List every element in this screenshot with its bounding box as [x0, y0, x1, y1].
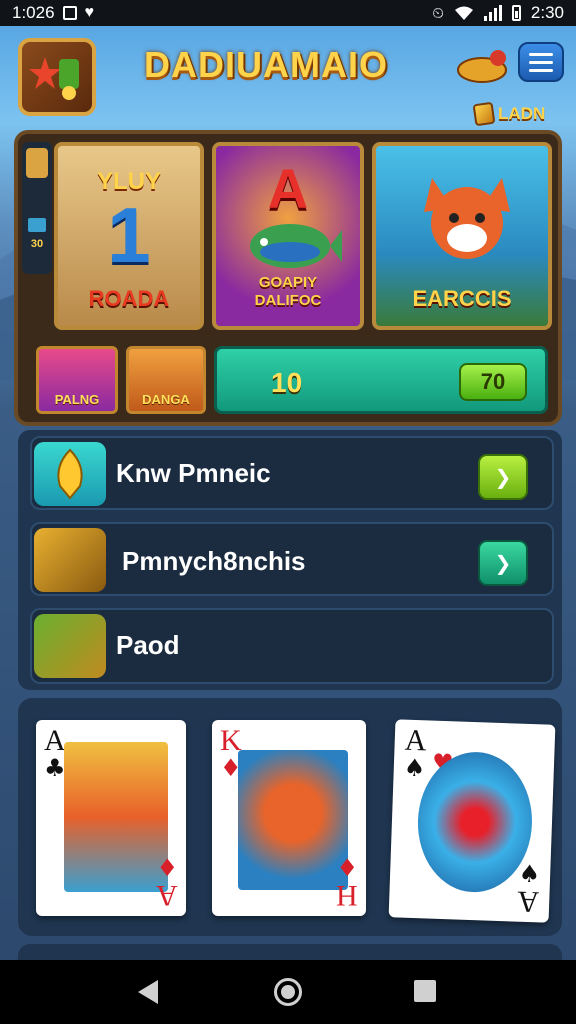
game-title: DADIUAMAIO: [144, 44, 388, 85]
mini-game-1[interactable]: PALNG: [36, 346, 118, 414]
playing-card-2[interactable]: K ♦ ♥ ♦ H: [212, 720, 366, 916]
card-3-rank: A: [404, 723, 428, 758]
menu-button[interactable]: [518, 42, 564, 82]
card-1-rank: A: [44, 724, 66, 757]
clock-left: 1:026: [12, 3, 55, 22]
menu-row-1[interactable]: Knw Pmneic ❯: [30, 436, 554, 510]
slot-3-bottom-text: EARCCIS: [412, 286, 512, 311]
card-1-suit: ♣: [44, 754, 66, 782]
gold-leaf-icon: [34, 442, 106, 506]
menu-row-3-label: Paod: [116, 630, 180, 660]
language-label: LADN: [498, 104, 546, 123]
gem-icon: [472, 101, 496, 127]
language-button[interactable]: LADN: [472, 100, 546, 128]
card-3-suit: ♠: [403, 753, 426, 783]
card-1-corner-suit: ♦: [156, 854, 178, 882]
home-icon[interactable]: [274, 978, 302, 1006]
card-2-corner-suit: ♦: [336, 854, 358, 882]
status-bar: 1:026 ♥ ⏲ 2:30: [0, 0, 576, 26]
coin-reward-icon[interactable]: [454, 48, 516, 84]
menu-row-1-label: Knw Pmneic: [116, 458, 271, 488]
mini-game-2[interactable]: DANGA: [126, 346, 206, 414]
menu-icon: [529, 52, 553, 56]
menu-row-2-label: Pmnych8nchis: [122, 546, 306, 576]
menu-row-3[interactable]: Paod: [30, 608, 554, 684]
back-icon[interactable]: [138, 980, 158, 1004]
card-1-corner-rank: A: [156, 879, 178, 912]
mini-game-2-label: DANGA: [142, 392, 190, 407]
bet-value: 10: [271, 367, 303, 398]
game-logo-badge[interactable]: [18, 38, 96, 116]
coin-pile-icon: [34, 614, 106, 678]
gold-coins-icon: [34, 528, 106, 592]
chevron-right-icon[interactable]: ❯: [478, 454, 528, 500]
slot-1-big-letter: 1: [107, 191, 151, 279]
card-3-corner-suit: ♠: [518, 859, 541, 889]
playing-card-1[interactable]: A ♣ ♦ A: [36, 720, 186, 916]
fox-illustration: [424, 178, 510, 259]
side-value: 30: [30, 238, 44, 250]
slot-game-2[interactable]: A GOAPIY DALIFOC: [212, 142, 364, 330]
trophy-icon: [29, 57, 79, 100]
chevron-right-icon[interactable]: ❯: [478, 540, 528, 586]
playing-card-3[interactable]: A ♠ ♥ ♠ A: [388, 719, 556, 923]
heart-icon: ♥: [84, 4, 95, 21]
card-3-corner-rank: A: [516, 884, 540, 919]
alarm-icon: ⏲: [432, 4, 444, 22]
card-2-art: [238, 750, 348, 890]
recents-icon[interactable]: [414, 980, 436, 1002]
slot-1-bottom-text: ROADA: [88, 286, 170, 311]
signal-icon: [483, 5, 502, 21]
slot-2-bottom-text: GOAPIY DALIFOC: [254, 274, 322, 309]
system-nav-bar: [0, 960, 576, 1024]
bet-button[interactable]: 70: [459, 363, 527, 401]
top-header: DADIUAMAIO LADN: [0, 30, 576, 128]
notification-icon: [62, 6, 77, 20]
side-info-strip[interactable]: 30: [22, 142, 52, 274]
menu-row-2[interactable]: Pmnych8nchis ❯: [30, 522, 554, 596]
card-1-art: [64, 742, 168, 892]
bet-bar: 10 70: [214, 346, 548, 414]
battery-icon: [511, 5, 521, 21]
slot-game-3[interactable]: EARCCIS: [372, 142, 552, 330]
clock-right: 2:30: [530, 3, 564, 22]
mini-game-1-label: PALNG: [54, 392, 100, 407]
slot-game-1[interactable]: YLUY 1 ROADA: [54, 142, 204, 330]
card-2-corner-rank: H: [336, 879, 358, 912]
wifi-icon: [454, 6, 473, 20]
